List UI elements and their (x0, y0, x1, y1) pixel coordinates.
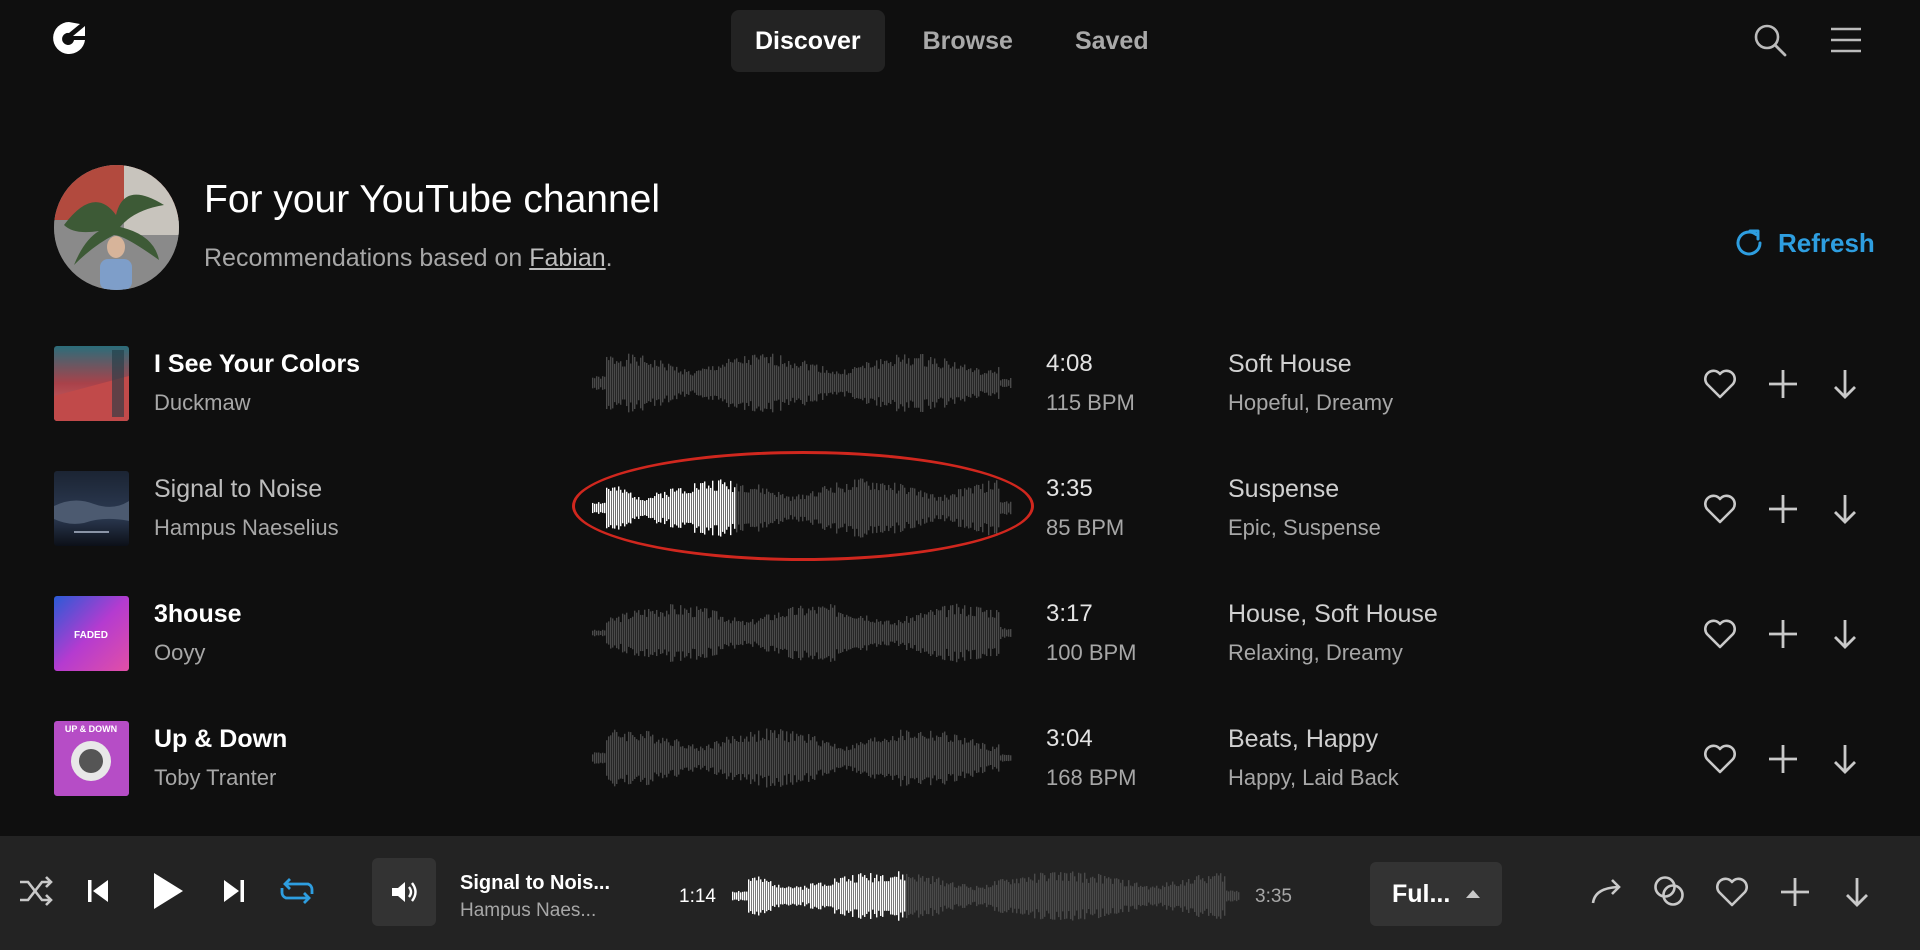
track-waveform[interactable] (592, 598, 1012, 668)
download-icon[interactable] (1827, 491, 1863, 527)
track-title[interactable]: Up & Down (154, 725, 287, 754)
track-duration: 3:04 (1046, 725, 1093, 752)
channel-link[interactable]: Fabian (529, 244, 605, 272)
track-duration: 3:17 (1046, 600, 1093, 627)
similar-tracks-icon[interactable] (1652, 874, 1686, 908)
heart-icon[interactable] (1702, 491, 1738, 527)
caret-up-icon (1464, 888, 1482, 900)
track-genre[interactable]: Soft House (1228, 350, 1352, 379)
track-mood[interactable]: Hopeful, Dreamy (1228, 390, 1393, 416)
track-mood[interactable]: Happy, Laid Back (1228, 765, 1399, 791)
track-waveform[interactable] (592, 473, 1012, 543)
track-genre[interactable]: Beats, Happy (1228, 725, 1378, 754)
add-icon[interactable] (1765, 616, 1801, 652)
track-waveform[interactable] (592, 348, 1012, 418)
track-duration: 3:35 (1046, 475, 1093, 502)
cover-text: UP & DOWN (65, 724, 117, 734)
track-bpm: 85 BPM (1046, 515, 1125, 540)
logo-icon[interactable] (52, 20, 86, 58)
track-title[interactable]: I See Your Colors (154, 350, 360, 379)
subtitle-text: Recommendations based on (204, 244, 530, 272)
page-subtitle: Recommendations based on Fabian. (204, 244, 613, 273)
track-artist[interactable]: Duckmaw (154, 390, 251, 416)
track-row[interactable]: FADED 3house Ooyy 3:17 100 BPM House, So… (0, 596, 1920, 706)
tab-browse[interactable]: Browse (899, 10, 1037, 72)
main-nav: Discover Browse Saved (731, 10, 1187, 72)
shuffle-icon[interactable] (18, 874, 54, 908)
tab-saved[interactable]: Saved (1051, 10, 1173, 72)
track-genre[interactable]: Suspense (1228, 475, 1339, 504)
refresh-label: Refresh (1778, 227, 1875, 258)
download-icon[interactable] (1827, 616, 1863, 652)
track-title[interactable]: Signal to Noise (154, 475, 322, 504)
add-icon[interactable] (1777, 874, 1813, 910)
search-icon[interactable] (1752, 22, 1788, 58)
track-cover[interactable]: UP & DOWN (54, 721, 129, 796)
download-icon[interactable] (1827, 366, 1863, 402)
heart-icon[interactable] (1702, 616, 1738, 652)
track-title[interactable]: 3house (154, 600, 242, 629)
play-icon[interactable] (150, 870, 186, 912)
track-mood[interactable]: Relaxing, Dreamy (1228, 640, 1403, 666)
share-icon[interactable] (1590, 876, 1624, 906)
now-playing-artist[interactable]: Hampus Naes... (460, 900, 596, 922)
total-time: 3:35 (1255, 886, 1292, 907)
track-artist[interactable]: Ooyy (154, 640, 205, 666)
track-cover[interactable]: FADED (54, 596, 129, 671)
volume-icon (389, 878, 419, 906)
track-bpm: 115 BPM (1046, 390, 1135, 415)
refresh-button[interactable]: Refresh (1732, 226, 1875, 260)
track-cover[interactable] (54, 346, 129, 421)
channel-avatar (54, 165, 179, 290)
version-label: Ful... (1392, 879, 1451, 908)
cover-text: FADED (74, 630, 108, 641)
player-waveform-seekbar[interactable] (732, 866, 1240, 926)
subtitle-suffix: . (605, 244, 613, 272)
heart-icon[interactable] (1702, 741, 1738, 777)
previous-icon[interactable] (86, 876, 110, 906)
next-icon[interactable] (222, 876, 246, 906)
track-cover[interactable] (54, 471, 129, 546)
current-time: 1:14 (679, 886, 716, 907)
track-bpm: 100 BPM (1046, 640, 1137, 665)
page-title: For your YouTube channel (204, 178, 661, 221)
track-row[interactable]: UP & DOWN Up & Down Toby Tranter 3:04 16… (0, 721, 1920, 831)
volume-button[interactable] (372, 858, 436, 926)
track-genre[interactable]: House, Soft House (1228, 600, 1438, 629)
add-icon[interactable] (1765, 741, 1801, 777)
track-row[interactable]: I See Your Colors Duckmaw 4:08 115 BPM S… (0, 346, 1920, 456)
add-icon[interactable] (1765, 491, 1801, 527)
player-bar: Signal to Nois... Hampus Naes... 1:14 3:… (0, 836, 1920, 950)
track-mood[interactable]: Epic, Suspense (1228, 515, 1381, 541)
track-artist[interactable]: Hampus Naeselius (154, 515, 339, 541)
add-icon[interactable] (1765, 366, 1801, 402)
version-select[interactable]: Ful... (1370, 862, 1502, 926)
track-duration: 4:08 (1046, 350, 1093, 377)
repeat-icon[interactable] (278, 874, 316, 908)
menu-icon[interactable] (1828, 22, 1864, 58)
download-icon[interactable] (1827, 741, 1863, 777)
heart-icon[interactable] (1714, 874, 1750, 910)
track-waveform[interactable] (592, 723, 1012, 793)
track-row[interactable]: Signal to Noise Hampus Naeselius 3:35 85… (0, 471, 1920, 581)
track-bpm: 168 BPM (1046, 765, 1137, 790)
download-icon[interactable] (1839, 874, 1875, 910)
top-bar: Discover Browse Saved (0, 0, 1920, 80)
refresh-icon (1732, 226, 1766, 260)
now-playing-title[interactable]: Signal to Nois... (460, 872, 610, 895)
track-artist[interactable]: Toby Tranter (154, 765, 276, 791)
heart-icon[interactable] (1702, 366, 1738, 402)
tab-discover[interactable]: Discover (731, 10, 885, 72)
